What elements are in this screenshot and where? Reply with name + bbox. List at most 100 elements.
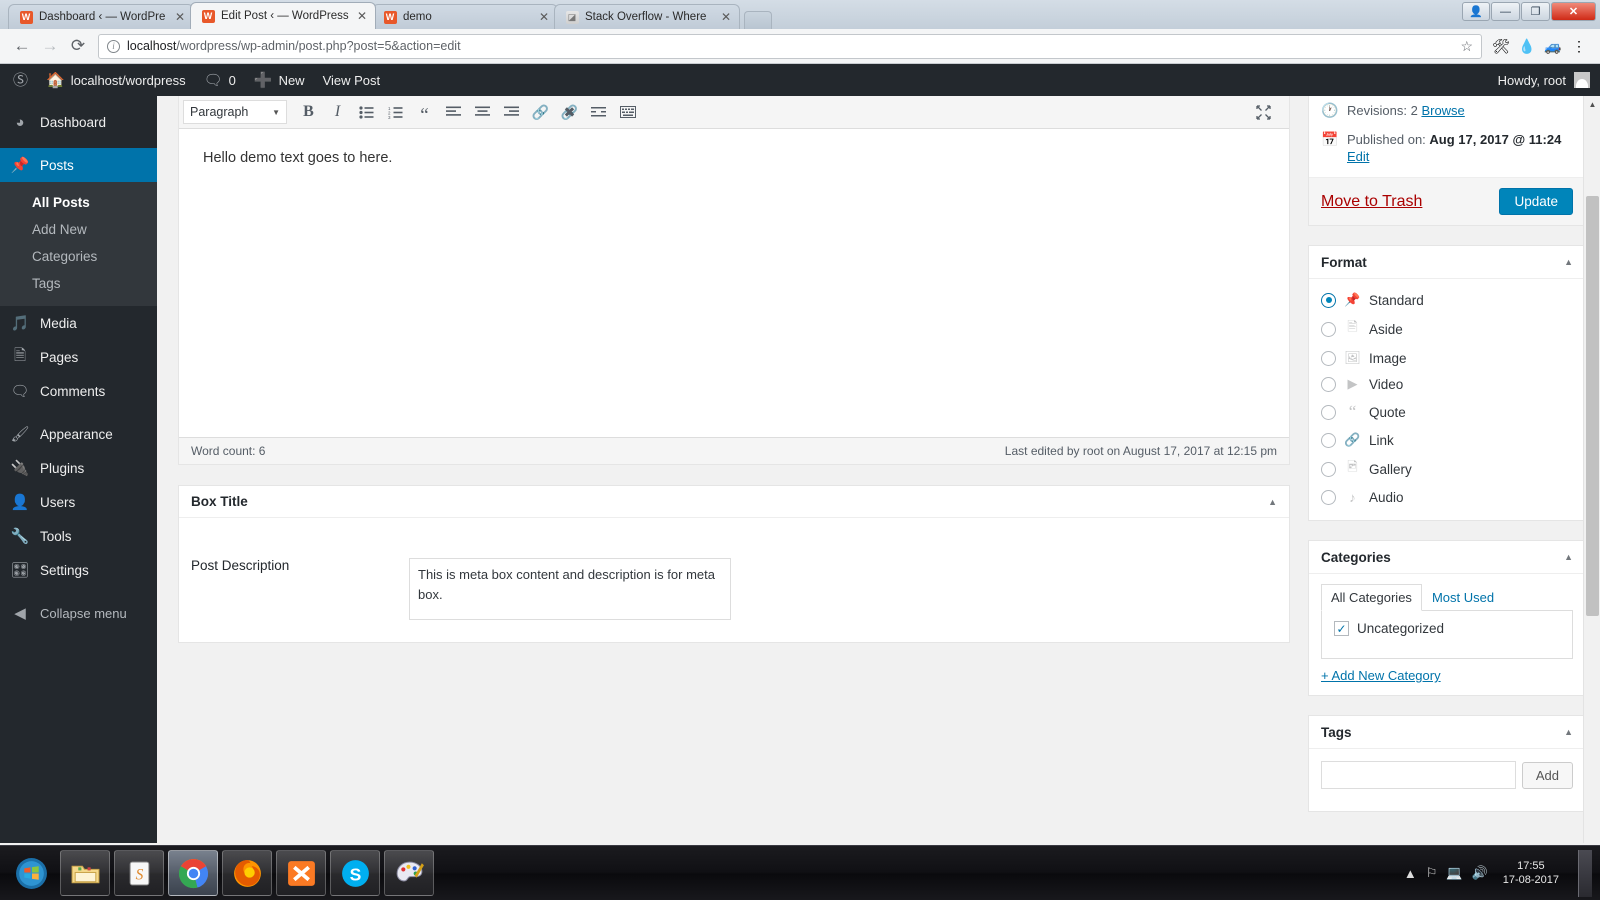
tab-all-categories[interactable]: All Categories (1321, 584, 1422, 611)
add-new-category-link[interactable]: + Add New Category (1321, 659, 1573, 683)
start-button[interactable] (6, 850, 56, 896)
radio-image[interactable] (1321, 350, 1336, 366)
chevron-up-icon[interactable]: ▲ (1268, 497, 1277, 507)
format-option-gallery[interactable]: 🖻 Gallery (1321, 453, 1573, 485)
insert-link-icon[interactable]: 🔗 (527, 99, 554, 125)
numbered-list-icon[interactable]: 123 (382, 99, 409, 125)
chrome-menu-icon[interactable]: ⋮ (1566, 33, 1592, 59)
chevron-up-icon[interactable]: ▲ (1564, 552, 1573, 562)
format-option-video[interactable]: ▶ Video (1321, 371, 1573, 397)
paint-button[interactable] (384, 850, 434, 896)
wp-logo-button[interactable]: Ⓢ (4, 64, 37, 96)
close-icon[interactable]: ✕ (719, 10, 733, 24)
scroll-up-icon[interactable]: ▲ (1584, 96, 1600, 113)
format-header[interactable]: Format ▲ (1309, 246, 1585, 279)
checkbox-uncategorized[interactable]: ✓ (1334, 621, 1349, 636)
google-chrome-button[interactable] (168, 850, 218, 896)
sidebar-item-tags[interactable]: Tags (0, 270, 157, 297)
radio-video[interactable] (1321, 376, 1336, 392)
minimize-button[interactable]: — (1491, 2, 1520, 21)
sidebar-item-users[interactable]: 👤 Users (0, 485, 157, 519)
show-hidden-icons-icon[interactable]: ▲ (1404, 866, 1417, 881)
sidebar-item-media[interactable]: 🎵 Media (0, 306, 157, 340)
maximize-button[interactable]: ❐ (1521, 2, 1550, 21)
back-icon[interactable]: ← (8, 32, 36, 60)
new-tab-button[interactable] (744, 11, 772, 29)
account-menu[interactable]: Howdy, root (1498, 72, 1600, 88)
format-option-aside[interactable]: 🖹 Aside (1321, 313, 1573, 345)
volume-icon[interactable]: 🔊 (1472, 865, 1488, 881)
mozilla-firefox-button[interactable] (222, 850, 272, 896)
browser-tab-0[interactable]: W Dashboard ‹ — WordPre ✕ (8, 4, 194, 29)
chevron-up-icon[interactable]: ▲ (1564, 727, 1573, 737)
comments-bubble-button[interactable]: 🗨 0 (195, 64, 245, 96)
sidebar-item-dashboard[interactable]: ◕ Dashboard (0, 105, 157, 139)
skype-button[interactable]: S (330, 850, 380, 896)
close-icon[interactable]: ✕ (537, 10, 551, 24)
category-item-uncategorized[interactable]: ✓ Uncategorized (1334, 621, 1560, 636)
post-description-textarea[interactable] (409, 558, 731, 620)
site-info-icon[interactable]: i (107, 39, 120, 53)
extension-icon-1[interactable]: 🛠 (1488, 33, 1514, 59)
editor-content[interactable]: Hello demo text goes to here. (179, 129, 1289, 437)
site-name-button[interactable]: 🏠 localhost/wordpress (37, 64, 195, 96)
collapse-menu-button[interactable]: ◀ Collapse menu (0, 596, 157, 630)
tab-most-used[interactable]: Most Used (1422, 584, 1504, 611)
sidebar-item-posts[interactable]: 📌 Posts (0, 148, 157, 182)
format-option-image[interactable]: 🖼 Image (1321, 345, 1573, 371)
bookmark-star-icon[interactable]: ☆ (1460, 38, 1473, 55)
sidebar-item-settings[interactable]: 🎛 Settings (0, 553, 157, 587)
radio-link[interactable] (1321, 432, 1336, 448)
bulleted-list-icon[interactable] (353, 99, 380, 125)
sidebar-item-plugins[interactable]: 🔌 Plugins (0, 451, 157, 485)
sidebar-item-add-new[interactable]: Add New (0, 216, 157, 243)
chevron-up-icon[interactable]: ▲ (1564, 257, 1573, 267)
add-tag-button[interactable]: Add (1521, 761, 1573, 789)
sidebar-item-comments[interactable]: 🗨 Comments (0, 374, 157, 408)
browse-revisions-link[interactable]: Browse (1421, 103, 1464, 118)
file-explorer-button[interactable] (60, 850, 110, 896)
format-option-quote[interactable]: “ Quote (1321, 397, 1573, 427)
sidebar-item-all-posts[interactable]: All Posts (0, 189, 157, 216)
tags-header[interactable]: Tags ▲ (1309, 716, 1585, 749)
flag-action-center-icon[interactable]: ⚐ (1426, 865, 1438, 881)
radio-standard[interactable] (1321, 292, 1336, 308)
close-icon[interactable]: ✕ (173, 10, 187, 24)
scrollbar-thumb[interactable] (1586, 196, 1599, 616)
close-icon[interactable]: ✕ (355, 9, 369, 23)
sidebar-item-pages[interactable]: 🗎 Pages (0, 340, 157, 374)
toolbar-toggle-icon[interactable] (614, 99, 641, 125)
unlink-icon[interactable]: 🔗 ✖ (556, 99, 583, 125)
bold-icon[interactable]: B (295, 99, 322, 125)
align-right-icon[interactable] (498, 99, 525, 125)
blockquote-icon[interactable]: “ (411, 99, 438, 125)
show-desktop-button[interactable] (1578, 849, 1592, 897)
format-option-audio[interactable]: ♪ Audio (1321, 485, 1573, 510)
categories-header[interactable]: Categories ▲ (1309, 541, 1585, 574)
align-left-icon[interactable] (440, 99, 467, 125)
tag-input[interactable] (1321, 761, 1516, 789)
sidebar-item-categories[interactable]: Categories (0, 243, 157, 270)
browser-profile-button[interactable]: 👤 (1462, 2, 1490, 21)
network-icon[interactable]: 💻 (1446, 865, 1462, 881)
move-to-trash-link[interactable]: Move to Trash (1321, 193, 1422, 211)
forward-icon[interactable]: → (36, 32, 64, 60)
sidebar-item-tools[interactable]: 🔧 Tools (0, 519, 157, 553)
page-scrollbar[interactable]: ▲ (1583, 96, 1600, 843)
reload-icon[interactable]: ⟳ (64, 32, 92, 60)
address-bar[interactable]: i localhost/wordpress/wp-admin/post.php?… (98, 33, 1482, 59)
clock[interactable]: 17:55 17-08-2017 (1497, 859, 1565, 887)
extension-icon-3[interactable]: 🚙 (1540, 33, 1566, 59)
edit-publish-date-link[interactable]: Edit (1347, 149, 1369, 164)
eyedropper-icon[interactable]: 💧 (1514, 33, 1540, 59)
paragraph-format-select[interactable]: Paragraph ▼ (183, 100, 287, 124)
radio-audio[interactable] (1321, 490, 1336, 505)
metabox-header[interactable]: Box Title ▲ (179, 486, 1289, 518)
italic-icon[interactable]: I (324, 99, 351, 125)
sublime-text-button[interactable]: S (114, 850, 164, 896)
browser-tab-2[interactable]: W demo ✕ (372, 4, 558, 29)
close-window-button[interactable]: ✕ (1551, 2, 1596, 21)
align-center-icon[interactable] (469, 99, 496, 125)
new-content-button[interactable]: ➕ New (245, 64, 314, 96)
browser-tab-1[interactable]: W Edit Post ‹ — WordPress ✕ (190, 2, 376, 29)
